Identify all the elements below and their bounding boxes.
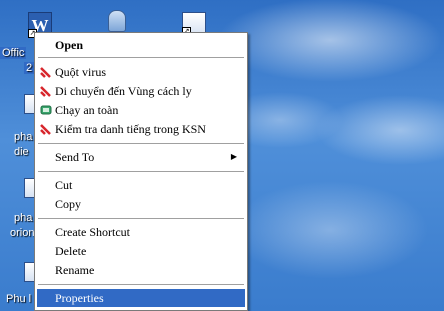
kaspersky-icon	[40, 66, 52, 78]
menu-item-ksn-reputation[interactable]: Kiểm tra danh tiếng trong KSN	[37, 120, 245, 138]
menu-separator	[38, 284, 244, 285]
desktop-icon-label[interactable]: die	[14, 146, 29, 158]
menu-item-rename[interactable]: Rename	[37, 261, 245, 279]
menu-item-properties[interactable]: Properties	[37, 289, 245, 307]
menu-item-label: Copy	[55, 197, 82, 211]
menu-item-label: Open	[55, 38, 84, 52]
menu-item-send-to[interactable]: Send To ▶	[37, 148, 245, 166]
menu-item-label: Chạy an toàn	[55, 103, 119, 117]
menu-item-cut[interactable]: Cut	[37, 176, 245, 194]
desktop-icon-label[interactable]: pha	[14, 131, 32, 143]
submenu-arrow-icon: ▶	[230, 152, 237, 161]
menu-separator	[38, 57, 244, 58]
menu-item-safe-run[interactable]: Chạy an toàn	[37, 101, 245, 119]
menu-item-label: Properties	[55, 291, 104, 305]
menu-item-label: Kiểm tra danh tiếng trong KSN	[55, 122, 206, 136]
desktop-icon-label-text: 2	[24, 62, 35, 74]
kaspersky-icon	[40, 85, 52, 97]
menu-item-label: Di chuyển đến Vùng cách ly	[55, 84, 192, 98]
menu-item-label: Quột virus	[55, 65, 106, 79]
menu-separator	[38, 218, 244, 219]
desktop-icon-label[interactable]: orion	[10, 227, 34, 239]
desktop-icon-label-text: Offic	[0, 47, 27, 59]
desktop-icon-label-office[interactable]: Offic	[0, 47, 27, 59]
menu-separator	[38, 171, 244, 172]
menu-item-label: Create Shortcut	[55, 225, 130, 239]
network-icon[interactable]	[108, 10, 126, 32]
menu-item-label: Rename	[55, 263, 95, 277]
kaspersky-icon	[40, 123, 52, 135]
menu-item-label: Delete	[55, 244, 87, 258]
menu-item-label: Send To	[55, 150, 95, 164]
desktop-icon-label-office-2: 2	[24, 62, 35, 74]
desktop-icon-label[interactable]: Phu l	[6, 293, 31, 305]
menu-item-open[interactable]: Open	[37, 36, 245, 54]
safe-run-icon	[40, 105, 52, 115]
menu-item-delete[interactable]: Delete	[37, 242, 245, 260]
menu-item-label: Cut	[55, 178, 73, 192]
menu-separator	[38, 143, 244, 144]
menu-item-copy[interactable]: Copy	[37, 195, 245, 213]
network-glyph	[108, 10, 126, 32]
menu-item-create-shortcut[interactable]: Create Shortcut	[37, 223, 245, 241]
menu-item-scan-virus[interactable]: Quột virus	[37, 63, 245, 81]
menu-item-move-quarantine[interactable]: Di chuyển đến Vùng cách ly	[37, 82, 245, 100]
context-menu: Open Quột virus Di chuyển đến Vùng cách …	[34, 32, 248, 311]
desktop-icon-label[interactable]: pha	[14, 212, 32, 224]
